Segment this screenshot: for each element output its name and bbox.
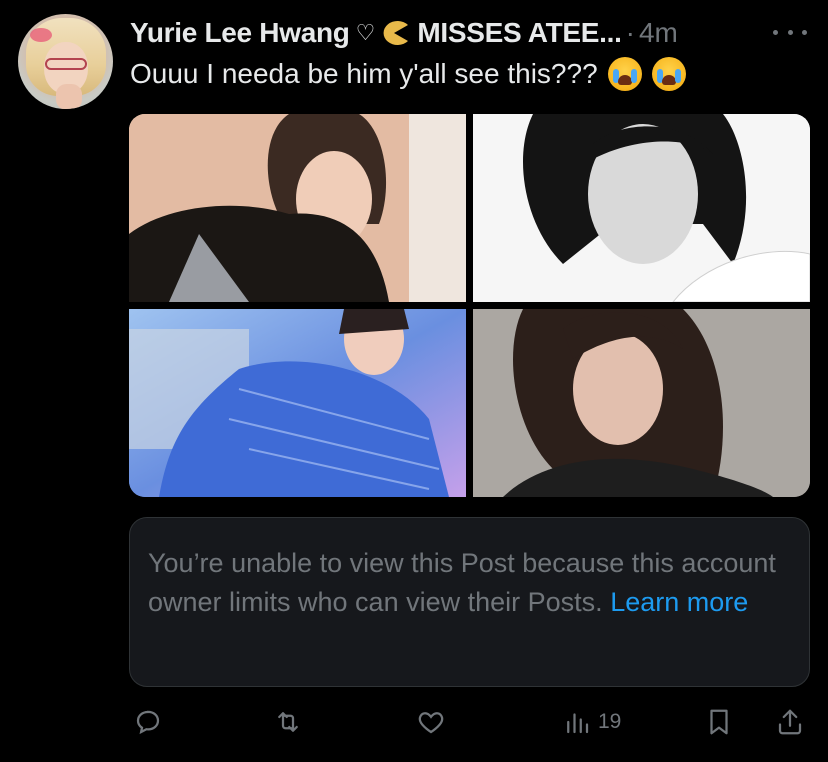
restricted-post-notice: You’re unable to view this Post because … <box>129 517 810 687</box>
heart-icon <box>418 712 444 734</box>
bookmark-icon <box>710 709 728 735</box>
post: Yurie Lee Hwang ♡ MISSES ATEE... · 4m Ou… <box>0 0 828 762</box>
avatar-glasses <box>45 58 87 70</box>
restricted-notice-text: You’re unable to view this Post because … <box>148 544 788 622</box>
avatar-hair-accent <box>30 28 52 42</box>
share-button[interactable] <box>775 706 805 738</box>
like-button[interactable] <box>416 706 446 738</box>
avatar[interactable] <box>18 14 113 109</box>
post-header: Yurie Lee Hwang ♡ MISSES ATEE... · 4m <box>130 14 678 52</box>
media-photo-1[interactable] <box>129 114 466 302</box>
post-text: Ouuu I needa be him y'all see this??? <box>130 58 598 89</box>
media-photo-3[interactable] <box>129 309 466 497</box>
photo-1-art <box>129 114 466 302</box>
more-options-icon[interactable] <box>773 22 807 42</box>
loudly-crying-face-icon <box>607 57 642 91</box>
post-timestamp[interactable]: 4m <box>639 17 678 49</box>
loudly-crying-face-icon <box>651 57 686 91</box>
post-text-line: Ouuu I needa be him y'all see this??? <box>130 57 686 91</box>
pacman-emoji-icon <box>379 20 409 46</box>
reply-button[interactable] <box>133 706 163 738</box>
media-photo-2[interactable] <box>473 114 810 302</box>
media-photo-4[interactable] <box>473 309 810 497</box>
media-grid <box>129 114 810 497</box>
views-chart-icon <box>567 713 589 734</box>
bookmark-button[interactable] <box>704 706 734 738</box>
repost-button[interactable] <box>273 706 303 738</box>
display-name-suffix[interactable]: MISSES ATEE... <box>417 17 622 49</box>
white-heart-icon: ♡ <box>355 20 376 45</box>
photo-2-art <box>473 114 810 302</box>
avatar-hand <box>56 84 82 109</box>
learn-more-link[interactable]: Learn more <box>610 587 748 617</box>
meta-separator: · <box>625 17 635 48</box>
display-name[interactable]: Yurie Lee Hwang <box>130 17 350 49</box>
views-button[interactable]: 19 <box>562 706 621 738</box>
photo-4-art <box>473 309 810 497</box>
action-bar: 19 <box>0 700 828 746</box>
photo-3-art <box>129 309 466 497</box>
share-icon <box>778 709 802 735</box>
repost-icon <box>278 712 298 732</box>
views-count: 19 <box>598 710 622 733</box>
reply-icon <box>136 710 160 735</box>
